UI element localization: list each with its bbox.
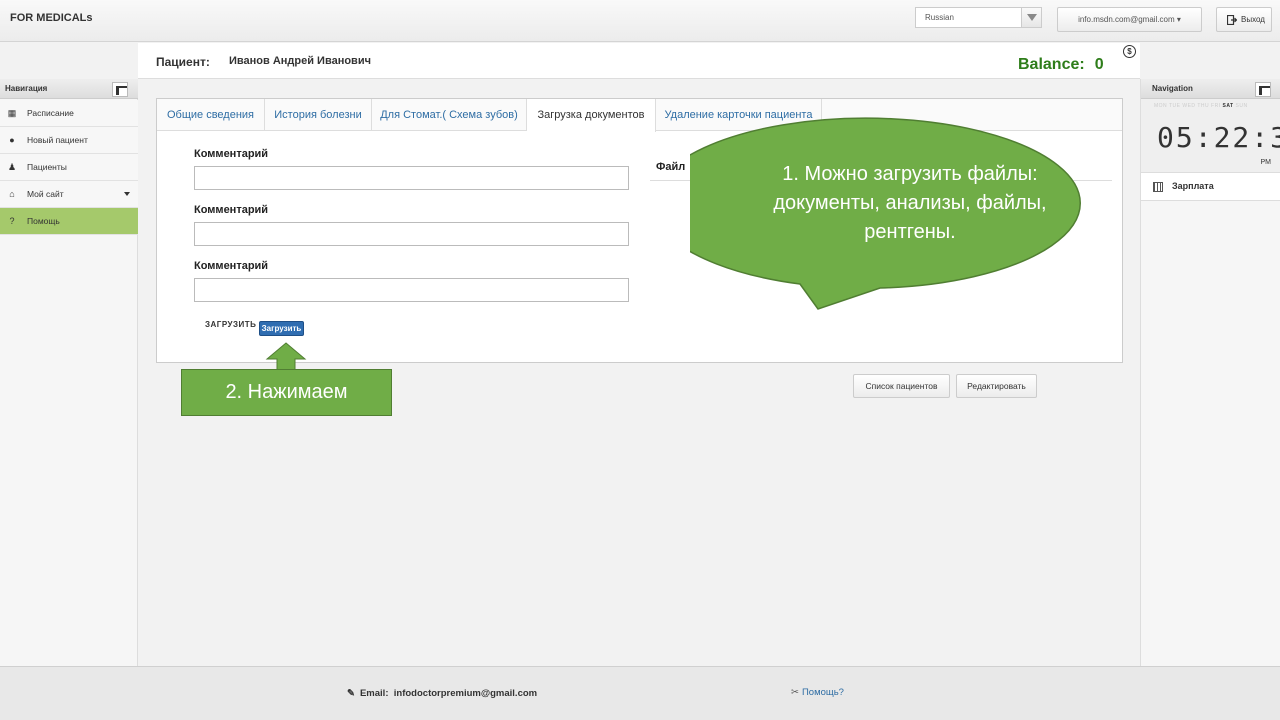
sidebar-title: Навигация bbox=[5, 84, 48, 93]
salary-icon bbox=[1153, 182, 1163, 192]
comment-input-2[interactable] bbox=[194, 222, 629, 246]
tab-medical-history[interactable]: История болезни bbox=[265, 99, 372, 131]
tab-general-info[interactable]: Общие сведения bbox=[157, 99, 265, 131]
calendar-icon: ▦ bbox=[7, 108, 17, 118]
bubble-text: 1. Можно загрузить файлы: документы, ана… bbox=[773, 163, 1047, 243]
language-value: Russian bbox=[925, 13, 954, 22]
comment-input-1[interactable] bbox=[194, 166, 629, 190]
footer-email: ✎ Email: infodoctorpremium@gmail.com bbox=[347, 688, 537, 699]
footer-help-link[interactable]: ✂ Помощь? bbox=[791, 687, 844, 698]
sidebar-item-label: Пациенты bbox=[27, 162, 67, 172]
footer-email-label: Email: bbox=[359, 688, 389, 699]
left-sidebar: Навигация ▦ Расписание ● Новый пациент ♟… bbox=[0, 79, 138, 666]
question-icon: ? bbox=[9, 216, 15, 226]
chevron-down-icon[interactable] bbox=[1021, 8, 1041, 27]
comment-label: Комментарий bbox=[194, 204, 269, 216]
tab-dental-chart[interactable]: Для Стомат.( Схема зубов) bbox=[372, 99, 527, 131]
sidebar-item-label: Новый пациент bbox=[27, 135, 88, 145]
sidebar-item-help[interactable]: ? Помощь bbox=[0, 208, 138, 235]
sidebar-item-label: Расписание bbox=[27, 108, 74, 118]
footer-help-label: Помощь? bbox=[801, 687, 844, 698]
sidebar-item-salary[interactable]: Зарплата bbox=[1141, 173, 1280, 201]
weekday: SUN bbox=[1235, 103, 1248, 109]
sidebar-toggle-icon[interactable] bbox=[1255, 82, 1271, 97]
patient-list-button[interactable]: Список пациентов bbox=[853, 374, 950, 398]
sidebar-item-new-patient[interactable]: ● Новый пациент bbox=[0, 127, 138, 154]
weekday: TUE bbox=[1168, 103, 1181, 109]
comment-label: Комментарий bbox=[194, 148, 269, 160]
home-icon: ⌂ bbox=[9, 189, 15, 199]
language-select[interactable]: Russian bbox=[915, 7, 1042, 28]
logout-button[interactable]: Выход bbox=[1216, 7, 1272, 32]
salary-label: Зарплата bbox=[1172, 181, 1214, 191]
user-menu-button[interactable]: info.msdn.com@gmail.com ▾ bbox=[1057, 7, 1202, 32]
caret-down-icon bbox=[124, 192, 130, 196]
patient-header: Пациент: Иванов Андрей Иванович Balance:… bbox=[138, 43, 1140, 79]
balance: Balance: 0 bbox=[1018, 56, 1104, 74]
comment-label: Комментарий bbox=[194, 260, 269, 272]
upload-label: ЗАГРУЗИТЬ bbox=[205, 320, 257, 329]
sidebar-item-my-site[interactable]: ⌂ Мой сайт bbox=[0, 181, 138, 208]
right-sidebar-header: Navigation bbox=[1141, 79, 1280, 99]
sidebar-item-label: Помощь bbox=[27, 216, 60, 226]
sidebar-item-patients[interactable]: ♟ Пациенты bbox=[0, 154, 138, 181]
balance-value: 0 bbox=[1094, 56, 1104, 73]
users-icon: ♟ bbox=[7, 162, 17, 172]
footer-email-address[interactable]: infodoctorpremium@gmail.com bbox=[394, 688, 537, 699]
logout-label: Выход bbox=[1241, 15, 1265, 24]
right-sidebar-title: Navigation bbox=[1152, 84, 1193, 93]
digital-clock: 05:22:31 bbox=[1157, 121, 1280, 154]
edit-button[interactable]: Редактировать bbox=[956, 374, 1037, 398]
clock-widget: MON TUE WED THU FRI SAT SUN 05:22:31 PM bbox=[1141, 99, 1280, 173]
clock-ampm: PM bbox=[1260, 159, 1272, 166]
weekday: MON bbox=[1154, 103, 1168, 109]
weekday: FRI bbox=[1211, 103, 1221, 109]
upload-button[interactable]: Загрузить bbox=[259, 321, 304, 336]
user-icon: ● bbox=[9, 135, 15, 145]
up-arrow-callout bbox=[265, 342, 307, 371]
pencil-icon: ✎ bbox=[347, 688, 355, 699]
sidebar-item-label: Мой сайт bbox=[27, 189, 64, 199]
top-bar: FOR MEDICALs Russian info.msdn.com@gmail… bbox=[0, 0, 1280, 42]
patient-name: Иванов Андрей Иванович bbox=[229, 55, 371, 67]
patient-label: Пациент: bbox=[156, 55, 210, 69]
right-sidebar: Navigation MON TUE WED THU FRI SAT SUN 0… bbox=[1140, 79, 1280, 666]
logout-icon bbox=[1227, 15, 1237, 25]
sidebar-header: Навигация bbox=[0, 79, 138, 99]
weekday-row: MON TUE WED THU FRI SAT SUN bbox=[1154, 103, 1248, 109]
tools-icon: ✂ bbox=[791, 687, 799, 698]
weekday: WED bbox=[1182, 103, 1196, 109]
comment-input-3[interactable] bbox=[194, 278, 629, 302]
dollar-icon[interactable]: $ bbox=[1123, 45, 1136, 58]
brand-logo[interactable]: FOR MEDICALs bbox=[10, 12, 93, 24]
weekday: THU bbox=[1197, 103, 1210, 109]
sidebar-item-schedule[interactable]: ▦ Расписание bbox=[0, 100, 138, 127]
balance-label: Balance: bbox=[1018, 56, 1085, 73]
step-note-box: 2. Нажимаем bbox=[181, 369, 392, 416]
weekday-active: SAT bbox=[1222, 103, 1234, 109]
footer: ✎ Email: infodoctorpremium@gmail.com ✂ Пом… bbox=[0, 666, 1280, 720]
sidebar-toggle-icon[interactable] bbox=[112, 82, 128, 97]
tab-document-upload[interactable]: Загрузка документов bbox=[527, 99, 656, 132]
